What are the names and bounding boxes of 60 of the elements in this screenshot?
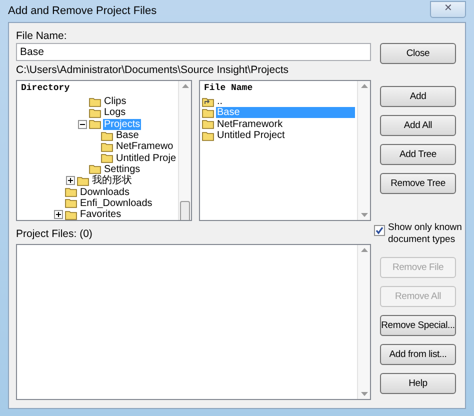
tree-item[interactable]: Settings xyxy=(103,164,142,175)
tree-item[interactable]: 我的形状 xyxy=(91,175,133,186)
scroll-up-icon[interactable] xyxy=(360,248,368,252)
checkbox[interactable] xyxy=(374,225,385,236)
tree-item[interactable]: Downloads xyxy=(79,186,130,198)
scroll-thumb[interactable] xyxy=(180,201,190,220)
tree-item[interactable]: Enfi_Downloads xyxy=(79,198,154,209)
close-button[interactable]: ✕ xyxy=(430,0,466,18)
tree-item[interactable]: Favorites xyxy=(79,209,122,220)
scroll-up-icon[interactable] xyxy=(182,84,188,88)
folder-icon xyxy=(65,187,77,198)
project-files-label: Project Files: (0) xyxy=(16,227,94,242)
column-header: File Name xyxy=(203,82,254,95)
folder-icon xyxy=(101,142,113,152)
file-item[interactable]: NetFramework xyxy=(216,118,355,130)
folder-icon xyxy=(89,108,101,118)
folder-icon xyxy=(65,198,77,208)
folder-icon xyxy=(89,164,101,174)
dialog-button[interactable]: Add from list... xyxy=(380,344,456,365)
folder-icon xyxy=(77,176,89,186)
folder-icon xyxy=(89,119,101,130)
expander-icon[interactable] xyxy=(54,210,62,220)
dialog-button[interactable]: Add Tree xyxy=(380,144,456,165)
file-item[interactable]: .. xyxy=(216,96,355,108)
column-header: Directory xyxy=(20,82,71,95)
file-item[interactable]: Untitled Project xyxy=(216,130,355,142)
dialog-button[interactable]: Remove Tree xyxy=(380,173,456,194)
folder-icon xyxy=(202,119,214,130)
scrollbar[interactable] xyxy=(357,81,370,220)
directory-tree[interactable]: Directory Clips Logs Projects Base NetFramewo Untitled Proje Settings 我的形状 Downloads Enfi_Downloads Favorites xyxy=(16,80,192,221)
scroll-up-icon[interactable] xyxy=(360,84,368,88)
folder-icon xyxy=(202,130,214,141)
expander-icon[interactable] xyxy=(78,120,86,129)
dialog-button[interactable]: Add All xyxy=(380,115,456,136)
file-name-label: File Name: xyxy=(16,29,68,43)
dialog-button[interactable]: Add xyxy=(380,86,456,107)
file-list[interactable]: File Name .. Base NetFramework Untitled Project xyxy=(199,80,371,221)
folder-icon xyxy=(89,96,101,107)
path-label: C:\Users\Administrator\Documents\Source Insight\Projects xyxy=(16,63,290,77)
tree-item[interactable]: Clips xyxy=(103,96,128,108)
checkbox-label: Show only known document types xyxy=(388,222,462,246)
tree-item[interactable]: Base xyxy=(115,130,140,142)
expander-icon[interactable] xyxy=(66,176,74,186)
folder-icon xyxy=(65,210,77,220)
window-title: Add and Remove Project Files xyxy=(8,4,157,19)
scrollbar[interactable] xyxy=(357,245,370,399)
tree-item[interactable]: Logs xyxy=(103,107,127,118)
scroll-down-icon[interactable] xyxy=(360,392,368,396)
tree-item[interactable]: Untitled Proje xyxy=(115,152,178,164)
tree-item[interactable]: NetFramewo xyxy=(115,141,174,152)
dialog-button[interactable]: Remove Special... xyxy=(380,315,456,336)
dialog-button[interactable]: Close xyxy=(380,43,456,64)
file-name-field[interactable]: Base xyxy=(16,43,371,61)
dialog-button[interactable]: Help xyxy=(380,373,456,394)
checkmark-icon xyxy=(375,226,384,235)
scroll-down-icon[interactable] xyxy=(360,213,368,217)
folder-icon xyxy=(202,108,214,118)
parent-folder-icon xyxy=(202,96,214,107)
folder-icon xyxy=(101,153,113,164)
scrollbar[interactable] xyxy=(178,81,191,220)
